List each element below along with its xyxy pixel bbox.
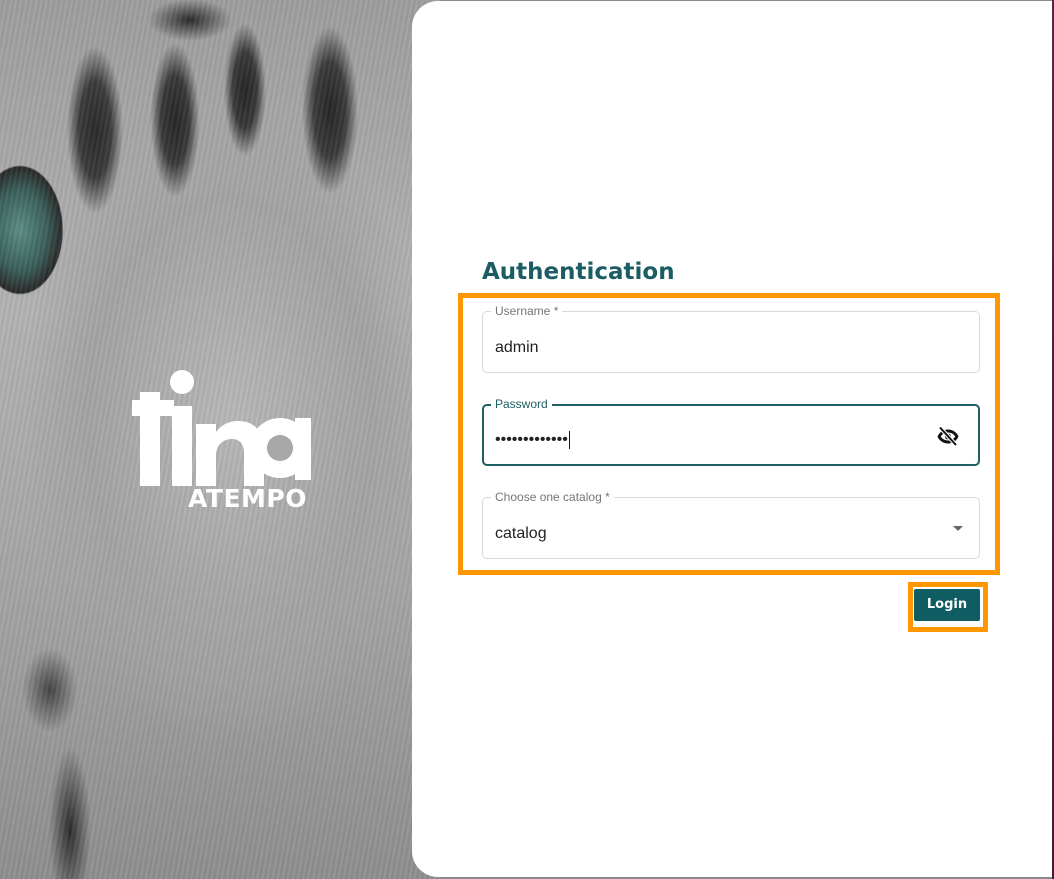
password-field[interactable]: Password ••••••••••••• (482, 397, 980, 466)
password-value[interactable]: ••••••••••••• (495, 430, 570, 450)
login-screen: ATEMPO Authentication Username * admin P… (0, 0, 1054, 879)
catalog-select[interactable]: Choose one catalog * catalog (482, 490, 980, 559)
eye-off-icon[interactable] (936, 426, 960, 447)
username-label: Username * (491, 304, 563, 318)
login-card: Authentication Username * admin Password… (412, 1, 1054, 877)
username-field[interactable]: Username * admin (482, 304, 980, 373)
catalog-selected-value[interactable]: catalog (495, 524, 547, 544)
password-masked-text: ••••••••••••• (495, 431, 568, 448)
page-title: Authentication (482, 259, 675, 285)
login-button[interactable]: Login (914, 589, 980, 621)
password-label: Password (491, 397, 552, 411)
tina-logo-mark (132, 370, 311, 486)
caret-down-icon[interactable] (953, 526, 963, 531)
logo-company-text: ATEMPO (188, 484, 307, 513)
username-value[interactable]: admin (495, 338, 539, 358)
catalog-label: Choose one catalog * (491, 490, 614, 504)
text-caret (568, 430, 570, 449)
tina-atempo-logo: ATEMPO (130, 366, 320, 522)
